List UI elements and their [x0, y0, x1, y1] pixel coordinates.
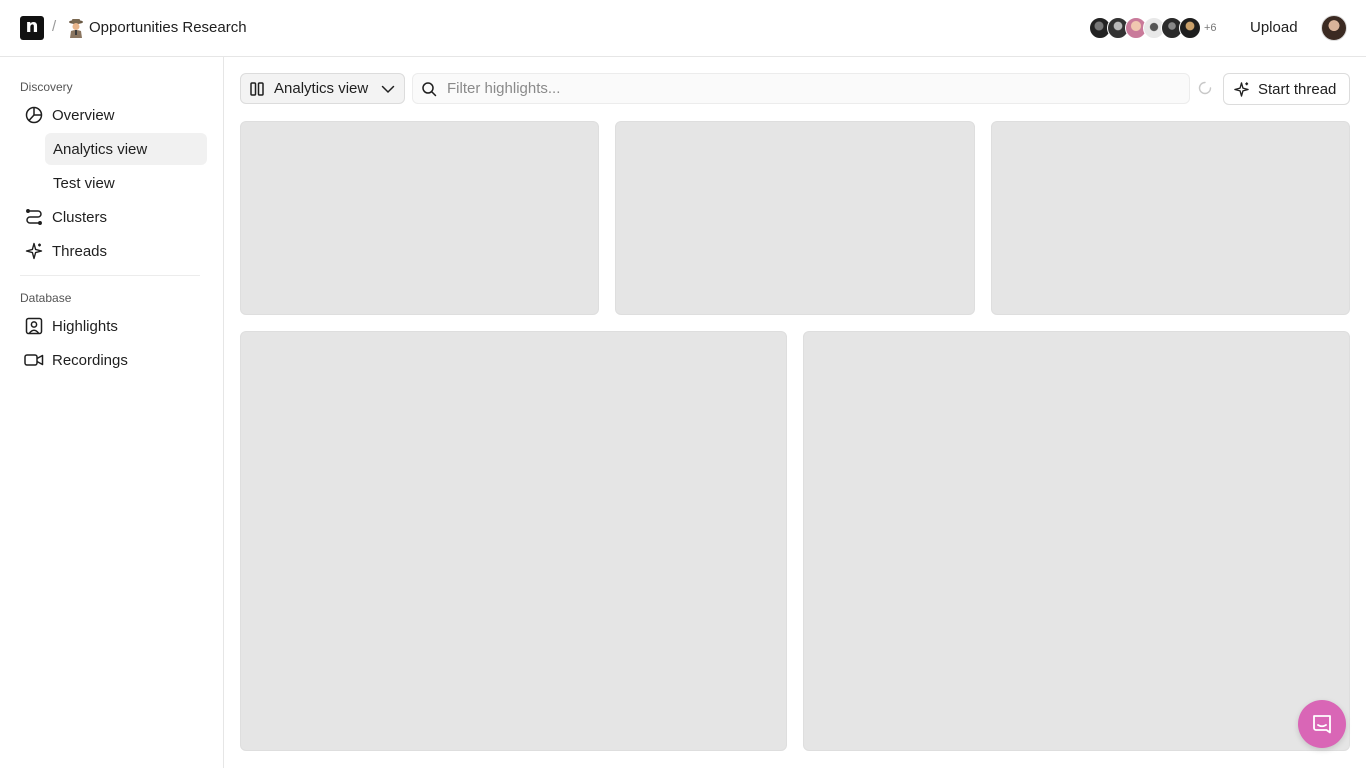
search-icon [421, 81, 437, 97]
chat-launcher-button[interactable] [1298, 700, 1346, 748]
sidebar-item-threads[interactable]: Threads [20, 235, 207, 267]
sidebar-item-label: Threads [52, 242, 108, 260]
project-title[interactable]: Opportunities Research [89, 19, 247, 36]
sidebar-item-analytics-view[interactable]: Analytics view [45, 133, 207, 165]
sidebar-item-label: Overview [52, 106, 115, 124]
skeleton-card [240, 121, 599, 315]
skeleton-card [803, 331, 1350, 751]
sidebar-item-recordings[interactable]: Recordings [20, 344, 207, 376]
filter-bar [412, 73, 1190, 104]
sidebar-item-label: Recordings [52, 351, 128, 369]
sidebar-item-label: Clusters [52, 208, 108, 226]
section-label-discovery: Discovery [20, 80, 73, 94]
columns-icon [250, 81, 264, 96]
start-thread-label: Start thread [1258, 80, 1337, 98]
breadcrumb-separator: / [52, 18, 57, 35]
user-square-icon [24, 316, 44, 336]
logo-letter: n [25, 16, 39, 37]
filter-highlights-input[interactable] [447, 80, 1147, 97]
pie-chart-icon [24, 105, 44, 125]
sparkle-icon [1233, 81, 1250, 98]
avatar[interactable] [1179, 17, 1201, 39]
sidebar-item-highlights[interactable]: Highlights [20, 310, 207, 342]
app-logo[interactable]: n [20, 16, 44, 40]
collaborators-more-count[interactable]: +6 [1204, 22, 1217, 34]
chevron-down-icon [381, 82, 395, 96]
sidebar: Discovery Overview Analytics view Test v… [0, 57, 224, 768]
view-select-label: Analytics view [274, 80, 369, 97]
sparkle-icon [24, 241, 44, 261]
sidebar-item-test-view[interactable]: Test view [45, 167, 207, 199]
start-thread-button[interactable]: Start thread [1223, 73, 1350, 105]
view-select[interactable]: Analytics view [240, 73, 405, 104]
sidebar-item-overview[interactable]: Overview [20, 99, 207, 131]
top-bar: n / Opportunities Research +6 Upload [0, 0, 1366, 57]
sidebar-divider [20, 275, 200, 276]
sidebar-item-clusters[interactable]: Clusters [20, 201, 207, 233]
chat-bubble-icon [1313, 715, 1331, 734]
sidebar-item-label: Test view [53, 174, 115, 192]
loading-spinner-icon [1198, 81, 1212, 95]
collaborator-avatars[interactable]: +6 [1089, 17, 1217, 39]
skeleton-card [615, 121, 975, 315]
video-camera-icon [24, 350, 44, 370]
sidebar-item-label: Highlights [52, 317, 118, 335]
sidebar-item-label: Analytics view [53, 140, 148, 158]
skeleton-card [240, 331, 787, 751]
clusters-icon [24, 207, 44, 227]
upload-button[interactable]: Upload [1250, 19, 1298, 36]
detective-emoji-icon [69, 19, 83, 38]
user-avatar[interactable] [1321, 15, 1347, 41]
section-label-database: Database [20, 291, 72, 305]
skeleton-card [991, 121, 1350, 315]
